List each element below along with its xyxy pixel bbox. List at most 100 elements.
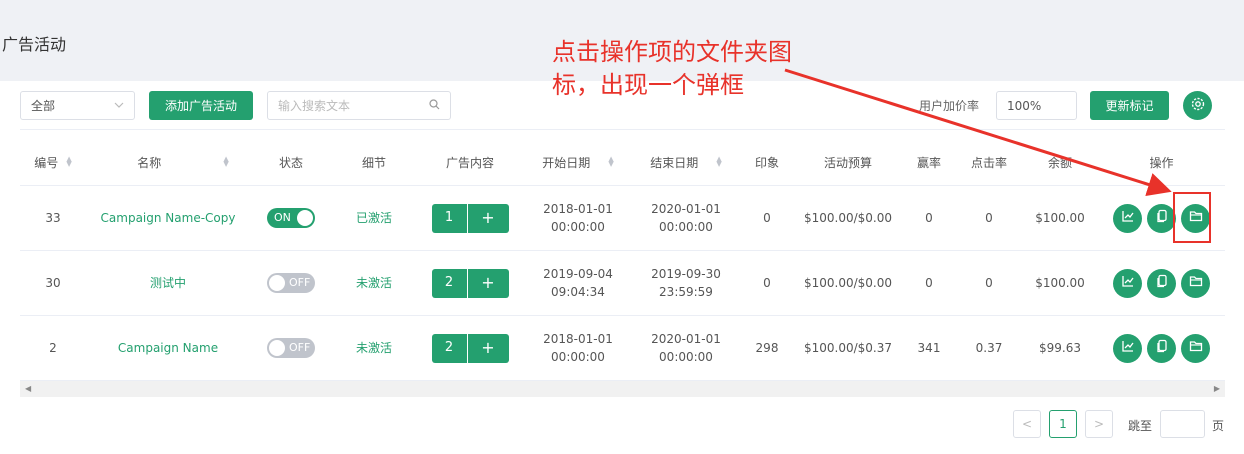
campaign-panel: 全部 添加广告活动 用户加价率 100% 更新标记 编号 ▲▼ 名称 ▲▼ — [0, 81, 1244, 454]
cell-status: OFF — [250, 316, 332, 380]
header-name-label: 名称 — [137, 155, 162, 170]
campaign-name-link[interactable]: Campaign Name — [86, 316, 250, 380]
table-row: 2 Campaign Name OFF 未激活 2 + 2018-01-01 0… — [20, 315, 1225, 380]
user-markup-label: 用户加价率 — [919, 99, 980, 113]
chevron-down-icon — [114, 100, 124, 111]
toolbar-divider — [20, 129, 1225, 130]
prev-page-button[interactable]: < — [1013, 410, 1041, 438]
status-toggle[interactable]: OFF — [267, 338, 315, 358]
detail-link[interactable]: 未激活 — [332, 251, 416, 315]
start-date: 2018-01-01 — [543, 332, 613, 346]
jump-to-label: 跳至 — [1128, 419, 1153, 433]
start-time: 00:00:00 — [551, 350, 605, 364]
copy-icon — [1155, 274, 1169, 293]
copy-button[interactable] — [1147, 203, 1176, 233]
toggle-label: OFF — [289, 341, 311, 354]
cell-ctr: 0 — [985, 211, 993, 225]
cell-id: 30 — [45, 276, 61, 290]
header-id[interactable]: 编号 ▲ ▼ — [20, 139, 86, 185]
status-toggle[interactable]: OFF — [267, 273, 315, 293]
detail-link[interactable]: 未激活 — [332, 316, 416, 380]
campaign-name-link[interactable]: 测试中 — [86, 251, 250, 315]
add-ad-content-button[interactable]: + — [467, 268, 509, 298]
sort-icon[interactable]: ▲ ▼ — [66, 156, 71, 168]
table-header: 编号 ▲ ▼ 名称 ▲ ▼ 状态 细节 广告内容 开始日期 ▲ ▼ 结束日期 ▲ ▼ 印… — [20, 139, 1225, 185]
cell-id: 2 — [49, 341, 57, 355]
cell-content: 2 + — [416, 251, 524, 315]
end-date: 2019-09-30 — [651, 267, 721, 281]
settings-button[interactable] — [1183, 91, 1212, 120]
search-input[interactable] — [278, 98, 418, 113]
copy-icon — [1155, 339, 1169, 358]
user-markup-input[interactable]: 100% — [996, 91, 1077, 120]
add-ad-content-button[interactable]: + — [467, 203, 509, 233]
end-time: 00:00:00 — [659, 350, 713, 364]
next-page-button[interactable]: > — [1085, 410, 1113, 438]
cell-end-date: 2020-01-01 00:00:00 — [632, 186, 740, 250]
update-markup-button[interactable]: 更新标记 — [1090, 91, 1169, 120]
add-ad-content-button[interactable]: + — [467, 333, 509, 363]
cell-id: 33 — [45, 211, 61, 225]
header-ctr: 点击率 — [970, 155, 1007, 170]
cell-budget: $100.00/$0.00 — [803, 276, 893, 290]
cell-impressions: 0 — [763, 276, 771, 290]
header-detail: 细节 — [361, 155, 386, 170]
search-icon[interactable] — [429, 98, 440, 113]
horizontal-scrollbar[interactable]: ◀ ▶ — [20, 380, 1225, 397]
sort-icon[interactable]: ▲ ▼ — [716, 156, 721, 168]
sort-icon[interactable]: ▲ ▼ — [223, 156, 228, 168]
chart-icon — [1121, 339, 1135, 358]
campaign-name-link[interactable]: Campaign Name-Copy — [86, 186, 250, 250]
end-date: 2020-01-01 — [651, 332, 721, 346]
end-time: 23:59:59 — [659, 285, 713, 299]
add-campaign-button[interactable]: 添加广告活动 — [149, 91, 253, 120]
header-id-label: 编号 — [34, 155, 59, 170]
scroll-right-icon[interactable]: ▶ — [1214, 384, 1220, 393]
chart-icon — [1121, 209, 1135, 228]
header-end-date[interactable]: 结束日期 ▲ ▼ — [632, 139, 740, 185]
page-unit-label: 页 — [1212, 419, 1225, 433]
stats-button[interactable] — [1113, 268, 1142, 298]
page-number-button[interactable]: 1 — [1049, 410, 1077, 438]
header-end-label: 结束日期 — [650, 155, 699, 170]
folder-icon — [1189, 274, 1203, 293]
folder-button[interactable] — [1181, 268, 1210, 298]
start-time: 00:00:00 — [551, 220, 605, 234]
end-time: 00:00:00 — [659, 220, 713, 234]
search-box — [267, 91, 451, 120]
status-filter-select[interactable]: 全部 — [20, 91, 135, 120]
scroll-left-icon[interactable]: ◀ — [25, 384, 31, 393]
header-win-rate: 赢率 — [916, 155, 941, 170]
cell-start-date: 2018-01-01 00:00:00 — [524, 186, 632, 250]
header-budget: 活动预算 — [823, 155, 872, 170]
stats-button[interactable] — [1113, 333, 1142, 363]
cell-win-rate: 341 — [917, 341, 941, 355]
header-start-date[interactable]: 开始日期 ▲ ▼ — [524, 139, 632, 185]
jump-page-input[interactable] — [1160, 410, 1205, 438]
ad-content-count-button[interactable]: 1 — [431, 203, 467, 233]
ad-content-count-button[interactable]: 2 — [431, 333, 467, 363]
detail-link[interactable]: 已激活 — [332, 186, 416, 250]
sort-icon[interactable]: ▲ ▼ — [608, 156, 613, 168]
page-title: 广告活动 — [2, 35, 67, 54]
folder-button[interactable] — [1181, 333, 1210, 363]
copy-button[interactable] — [1147, 268, 1176, 298]
cell-status: ON — [250, 186, 332, 250]
toggle-label: ON — [274, 211, 291, 224]
start-date: 2019-09-04 — [543, 267, 613, 281]
ad-content-count-button[interactable]: 2 — [431, 268, 467, 298]
header-name[interactable]: 名称 ▲ ▼ — [86, 139, 250, 185]
header-balance: 余额 — [1047, 155, 1072, 170]
status-toggle[interactable]: ON — [267, 208, 315, 228]
cell-end-date: 2019-09-30 23:59:59 — [632, 251, 740, 315]
cell-content: 2 + — [416, 316, 524, 380]
cell-status: OFF — [250, 251, 332, 315]
stats-button[interactable] — [1113, 203, 1142, 233]
cell-actions — [1098, 316, 1225, 380]
header-actions: 操作 — [1149, 155, 1174, 170]
cell-win-rate: 0 — [925, 211, 933, 225]
header-status: 状态 — [278, 155, 303, 170]
header-impressions: 印象 — [754, 155, 779, 170]
table-row: 33 Campaign Name-Copy ON 已激活 1 + 2018-01… — [20, 185, 1225, 250]
copy-button[interactable] — [1147, 333, 1176, 363]
